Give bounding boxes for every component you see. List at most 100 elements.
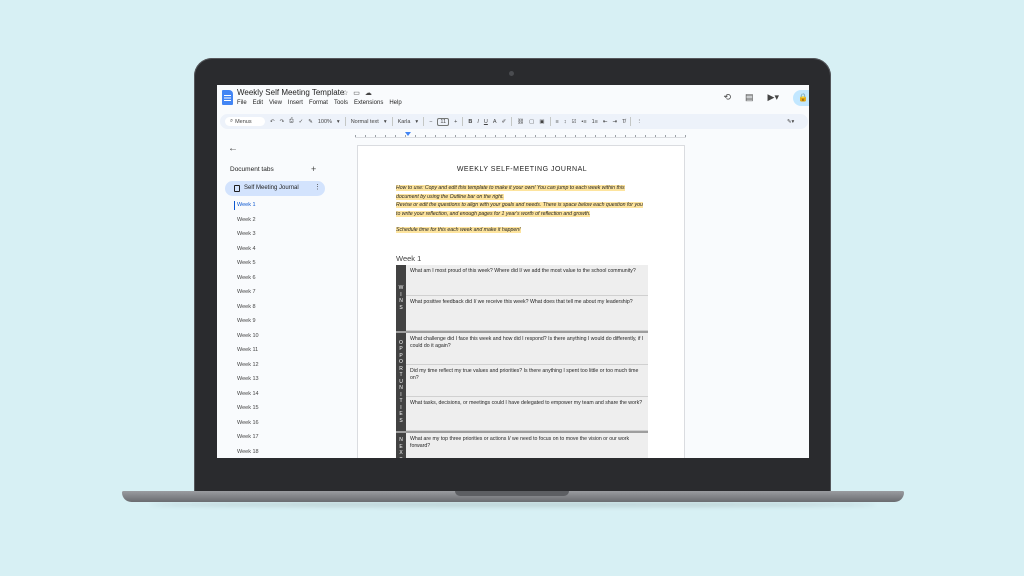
question[interactable]: What challenge did I face this week and … — [406, 333, 648, 365]
outline-item-week-7[interactable]: Week 7 — [237, 288, 259, 303]
outline-item-week-11[interactable]: Week 11 — [237, 346, 259, 361]
tab-options-icon[interactable]: ⋮ — [314, 183, 321, 191]
highlight-icon[interactable]: ✐ — [502, 119, 507, 125]
align-icon[interactable]: ≡ — [556, 119, 559, 125]
toolbar-divider — [511, 117, 513, 126]
question[interactable]: What tasks, decisions, or meetings could… — [406, 397, 648, 431]
bullet-list-icon[interactable]: •≡ — [581, 119, 586, 125]
paint-format-icon[interactable]: ✎ — [308, 119, 313, 125]
outline-item-week-17[interactable]: Week 17 — [237, 433, 259, 448]
italic-icon[interactable]: I — [477, 119, 479, 125]
chevron-down-icon[interactable]: ▾ — [415, 119, 418, 125]
title-bar: Weekly Self Meeting Template ☆ ▭ ☁ File … — [217, 85, 809, 113]
print-icon[interactable]: ⎙ — [289, 118, 293, 125]
image-icon[interactable]: ▣ — [539, 119, 544, 125]
menu-tools[interactable]: Tools — [334, 100, 348, 106]
question[interactable]: What are my top three priorities or acti… — [406, 433, 648, 458]
decrease-indent-icon[interactable]: ⇤ — [603, 119, 608, 125]
clear-format-icon[interactable]: T̸ — [622, 119, 625, 125]
toolbar-divider — [630, 117, 632, 126]
line-spacing-icon[interactable]: ↕ — [564, 119, 567, 125]
document-title[interactable]: Weekly Self Meeting Template — [237, 88, 344, 97]
outline-item-week-4[interactable]: Week 4 — [237, 245, 259, 260]
history-icon[interactable]: ⟲ — [723, 92, 731, 103]
underline-icon[interactable]: U — [484, 119, 488, 125]
outline-item-week-15[interactable]: Week 15 — [237, 404, 259, 419]
intro-text: How to use: Copy and edit this template … — [396, 184, 648, 235]
undo-icon[interactable]: ↶ — [270, 119, 275, 125]
checklist-icon[interactable]: ☑ — [571, 119, 576, 125]
back-arrow-icon[interactable]: ← — [228, 143, 238, 154]
section-label-opportunities: OPPORTUNITIES — [396, 333, 406, 431]
outline-item-week-3[interactable]: Week 3 — [237, 230, 259, 245]
add-tab-icon[interactable]: + — [311, 164, 316, 174]
outline-item-week-6[interactable]: Week 6 — [237, 274, 259, 289]
comment-icon[interactable]: ▢ — [529, 119, 534, 125]
meet-icon[interactable]: ▶▾ — [768, 92, 779, 103]
menu-format[interactable]: Format — [309, 100, 328, 106]
search-menus[interactable]: ⌕ Menus — [225, 117, 265, 126]
edit-mode-icon[interactable]: ✎▾ — [787, 119, 794, 125]
increase-font-icon[interactable]: + — [454, 119, 457, 125]
outline-item-week-2[interactable]: Week 2 — [237, 216, 259, 231]
menu-view[interactable]: View — [269, 100, 282, 106]
text-color-icon[interactable]: A — [493, 119, 497, 125]
chevron-down-icon[interactable]: ▾ — [384, 119, 387, 125]
tab-self-meeting-journal[interactable]: Self Meeting Journal ⋮ — [225, 181, 325, 196]
section-next: NEXT What are my top three priorities or… — [396, 433, 648, 458]
toolbar: ⌕ Menus ↶ ↷ ⎙ ✓ ✎ 100% ▾ Normal text ▾ K… — [220, 114, 808, 129]
toolbar-divider — [391, 117, 393, 126]
outline-item-week-14[interactable]: Week 14 — [237, 390, 259, 405]
toolbar-divider — [344, 117, 346, 126]
zoom-select[interactable]: 100% — [318, 119, 332, 125]
outline-item-week-18[interactable]: Week 18 — [237, 448, 259, 459]
laptop-notch — [455, 491, 569, 496]
menu-file[interactable]: File — [237, 100, 247, 106]
section-body: What challenge did I face this week and … — [406, 333, 648, 431]
laptop-screen: Weekly Self Meeting Template ☆ ▭ ☁ File … — [217, 85, 809, 458]
redo-icon[interactable]: ↷ — [280, 119, 285, 125]
star-icon[interactable]: ☆ — [342, 89, 348, 97]
numbered-list-icon[interactable]: 1≡ — [592, 119, 598, 125]
outline-item-week-8[interactable]: Week 8 — [237, 303, 259, 318]
question[interactable]: What positive feedback did I/ we receive… — [406, 296, 648, 331]
share-button[interactable]: 🔒 — [793, 90, 809, 106]
question[interactable]: What am I most proud of this week? Where… — [406, 265, 648, 296]
move-folder-icon[interactable]: ▭ — [353, 89, 360, 97]
document-page[interactable]: WEEKLY SELF-MEETING JOURNAL How to use: … — [357, 145, 685, 458]
document-tabs-title: Document tabs — [230, 166, 274, 173]
outline-item-week-12[interactable]: Week 12 — [237, 361, 259, 376]
document-tab-icon — [234, 185, 240, 192]
outline-item-week-5[interactable]: Week 5 — [237, 259, 259, 274]
outline-item-week-9[interactable]: Week 9 — [237, 317, 259, 332]
ruler[interactable] — [355, 132, 686, 138]
comments-icon[interactable]: ▤ — [745, 92, 754, 103]
menu-extensions[interactable]: Extensions — [354, 100, 383, 106]
chevron-down-icon[interactable]: ▾ — [337, 119, 340, 125]
menu-edit[interactable]: Edit — [253, 100, 263, 106]
search-icon: ⌕ — [230, 118, 234, 124]
question[interactable]: Did my time reflect my true values and p… — [406, 365, 648, 397]
cloud-status-icon[interactable]: ☁ — [365, 89, 372, 97]
outline-item-week-13[interactable]: Week 13 — [237, 375, 259, 390]
search-menus-label: Menus — [235, 118, 252, 125]
decrease-font-icon[interactable]: − — [429, 119, 432, 125]
font-select[interactable]: Karla — [398, 119, 411, 125]
link-icon[interactable]: ⛓ — [517, 119, 524, 125]
menu-help[interactable]: Help — [389, 100, 401, 106]
spellcheck-icon[interactable]: ✓ — [299, 119, 304, 125]
bold-icon[interactable]: B — [468, 119, 472, 125]
indent-marker[interactable] — [405, 132, 411, 136]
outline-item-week-16[interactable]: Week 16 — [237, 419, 259, 434]
menu-insert[interactable]: Insert — [288, 100, 303, 106]
outline-item-week-10[interactable]: Week 10 — [237, 332, 259, 347]
menu-bar: File Edit View Insert Format Tools Exten… — [237, 100, 402, 106]
outline-item-week-1[interactable]: Week 1 — [237, 201, 259, 216]
increase-indent-icon[interactable]: ⇥ — [612, 119, 617, 125]
docs-logo-icon[interactable] — [222, 90, 233, 105]
style-select[interactable]: Normal text — [351, 119, 379, 125]
more-icon[interactable]: ⋮ — [636, 119, 642, 125]
font-size-input[interactable]: 11 — [437, 117, 450, 126]
reflection-table: WINS What am I most proud of this week? … — [396, 265, 648, 458]
section-opportunities: OPPORTUNITIES What challenge did I face … — [396, 333, 648, 433]
